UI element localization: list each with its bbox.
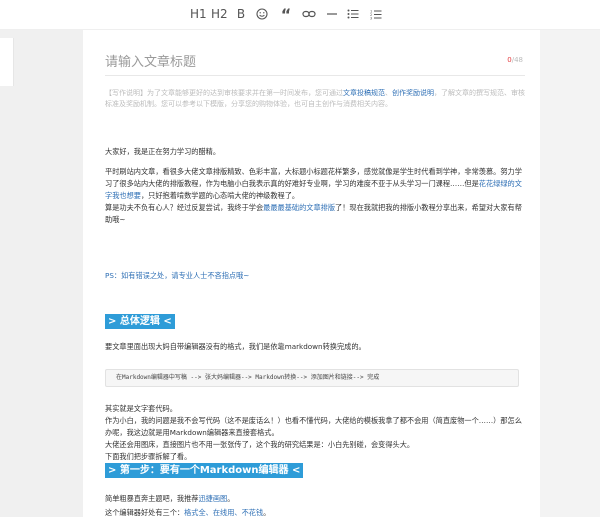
intro-paragraph-2: 平时刷站内文章，看很多大佬文章排版精致、色彩丰富，大标题小标题花样繁多，感觉就像…: [105, 166, 525, 202]
horizontal-rule-icon: [327, 13, 337, 15]
right-sidebar: [540, 30, 600, 517]
title-input[interactable]: [105, 50, 485, 74]
section1-paragraph: 要文章里面出现大妈自带编辑器没有的格式，我们是依靠markdown转换完成的。: [105, 342, 366, 351]
submission-guide-link[interactable]: 文章投稿规范: [343, 89, 385, 97]
intro-section: 大家好，我是正在努力学习的醋精。 平时刷站内文章，看很多大佬文章排版精致、色彩丰…: [105, 146, 525, 226]
quote-button[interactable]: “: [279, 5, 293, 24]
article-editor: 0/48 【写作说明】为了文章能够更好的达到审核要求并在第一时间发布，您可通过文…: [93, 30, 531, 517]
body3-line-2: 这个编辑器好处有三个：格式全、在线用、不花钱。: [105, 506, 525, 517]
intro-paragraph-2-text: 平时刷站内文章，看很多大佬文章排版精致、色彩丰富，大标题小标题花样繁多，感觉就像…: [105, 167, 522, 188]
intro-paragraph-2-end: ，只好抱着啃数学题的心态啃大佬的神级教程了。: [140, 191, 300, 200]
ps-note: PS：如有错误之处，请专业人士不吝指点哦~: [105, 271, 250, 280]
body3-line-1-end: 。: [227, 494, 235, 503]
bold-button[interactable]: B: [234, 6, 248, 22]
body2-line-3: 大佬还会用图床，直接图片也不用一张张传了，这个我的研究结果是：小白先别碰，会变得…: [105, 440, 415, 449]
body3-line-2-end: 。: [263, 508, 271, 517]
features-link[interactable]: 格式全、在线用、不花钱: [184, 508, 263, 517]
code-block: 在Markdown编辑器中写稿 --> 张大妈编辑器--> Markdown转换…: [105, 369, 519, 387]
emoji-button[interactable]: [255, 6, 269, 22]
heading2-button[interactable]: H2: [211, 6, 228, 22]
svg-text:3: 3: [370, 16, 372, 20]
body3-line-2-text: 这个编辑器好处有三个：: [105, 508, 185, 517]
link-button[interactable]: [302, 6, 316, 22]
bulleted-list-button[interactable]: [346, 6, 360, 22]
title-count-max: /48: [511, 56, 523, 64]
section1-body: 其实就是文字套代码。 作为小白，我的问题是我不会写代码（这不是废话么！）也看不懂…: [105, 403, 525, 463]
tip-separator: 、: [385, 89, 392, 97]
smiley-icon: [256, 8, 268, 20]
body2-line-4: 下面我们把步骤拆解了看。: [105, 452, 192, 461]
left-sidebar: [0, 30, 83, 517]
title-row: 0/48: [105, 50, 525, 76]
tip-text-1: 为了文章能够更好的达到审核要求并在第一时间发布，您可通过: [147, 89, 343, 97]
left-panel-card: [0, 38, 14, 86]
section-heading-overall-logic: > 总体逻辑 <: [105, 314, 175, 329]
bulleted-list-icon: [347, 9, 359, 19]
basic-layout-link[interactable]: 最最最基础的文章排版: [263, 203, 335, 212]
intro-paragraph-3-text: 算是功夫不负有心人？经过反复尝试，我终于学会: [105, 203, 264, 212]
numbered-list-button[interactable]: 1 2 3: [369, 6, 383, 22]
section2-body: 简单粗暴直奔主题吧，我推荐迅捷画图。 这个编辑器好处有三个：格式全、在线用、不花…: [105, 492, 525, 517]
body2-line-1: 其实就是文字套代码。: [105, 404, 177, 413]
heading1-button[interactable]: H1: [190, 6, 207, 22]
body3-line-1: 简单粗暴直奔主题吧，我推荐迅捷画图。: [105, 492, 525, 506]
writing-tip: 【写作说明】为了文章能够更好的达到审核要求并在第一时间发布，您可通过文章投稿规范…: [105, 88, 525, 110]
body3-line-1-text: 简单粗暴直奔主题吧，我推荐: [105, 494, 199, 503]
xunjie-link[interactable]: 迅捷画图: [198, 494, 227, 503]
editor-toolbar: H1 H2 B “ 1 2 3: [0, 0, 600, 30]
reward-info-link[interactable]: 创作奖励说明: [392, 89, 434, 97]
intro-paragraph-3: 算是功夫不负有心人？经过反复尝试，我终于学会最最最基础的文章排版了！现在我就把我…: [105, 202, 525, 226]
numbered-list-icon: 1 2 3: [370, 9, 382, 20]
link-icon: [302, 10, 316, 18]
section-heading-step1: > 第一步：要有一个Markdown编辑器 <: [105, 463, 304, 478]
divider-button[interactable]: [325, 6, 339, 22]
intro-paragraph-1: 大家好，我是正在努力学习的醋精。: [105, 147, 221, 156]
title-char-counter: 0/48: [507, 56, 523, 64]
body2-line-2: 作为小白，我的问题是我不会写代码（这不是废话么！）也看不懂代码，大佬给的模板我拿…: [105, 416, 522, 437]
tip-label: 【写作说明】: [105, 89, 147, 97]
